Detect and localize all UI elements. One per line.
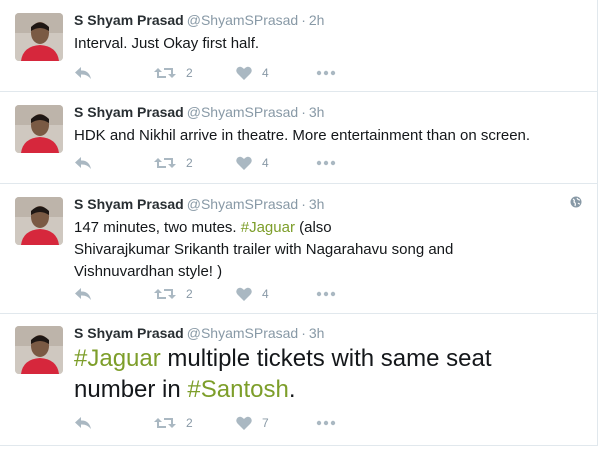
retweet-count: 2 xyxy=(186,287,193,301)
tweet-text-segment: multiple tickets with same seat xyxy=(160,345,492,372)
tweet-text: HDK and Nikhil arrive in theatre. More e… xyxy=(74,127,531,144)
retweet-icon xyxy=(154,66,176,80)
separator: · xyxy=(301,196,306,212)
avatar[interactable] xyxy=(15,197,63,245)
reply-icon xyxy=(74,156,92,170)
heart-icon xyxy=(236,416,252,430)
more-button[interactable] xyxy=(316,64,336,82)
retweet-count: 2 xyxy=(186,156,193,170)
tweet-text-segment: Shivarajkumar Srikanth trailer with Naga… xyxy=(74,241,454,258)
reply-button[interactable] xyxy=(74,154,92,172)
avatar[interactable] xyxy=(15,326,63,374)
hashtag-link[interactable]: #Santosh xyxy=(187,376,288,403)
reply-button[interactable] xyxy=(74,414,92,432)
author-name[interactable]: S Shyam Prasad xyxy=(74,12,184,28)
tweet[interactable]: S Shyam Prasad @ShyamSPrasad · 3h 147 minut… xyxy=(0,184,598,314)
author-handle[interactable]: @ShyamSPrasad xyxy=(187,196,298,212)
more-dots-icon xyxy=(316,160,336,166)
heart-icon xyxy=(236,287,252,301)
like-button[interactable]: 4 xyxy=(236,285,269,303)
retweet-button[interactable]: 2 xyxy=(154,285,193,303)
tweet-actions: 2 7 xyxy=(74,414,374,432)
like-count: 4 xyxy=(262,66,269,80)
retweet-icon xyxy=(154,156,176,170)
like-count: 7 xyxy=(262,416,269,430)
retweet-icon xyxy=(154,287,176,301)
separator: · xyxy=(301,12,306,28)
like-count: 4 xyxy=(262,156,269,170)
tweet-header: S Shyam Prasad @ShyamSPrasad · 2h xyxy=(74,11,324,29)
avatar[interactable] xyxy=(15,105,63,153)
separator: · xyxy=(301,325,306,341)
tweet-timeline: S Shyam Prasad @ShyamSPrasad · 2h Interval.… xyxy=(0,0,600,450)
separator: · xyxy=(301,104,306,120)
tweet-text-segment: . xyxy=(288,376,296,403)
timestamp[interactable]: 3h xyxy=(309,325,325,341)
tweet[interactable]: S Shyam Prasad @ShyamSPrasad · 3h #Jaguar m… xyxy=(0,314,598,446)
retweet-count: 2 xyxy=(186,66,193,80)
heart-icon xyxy=(236,156,252,170)
timestamp[interactable]: 3h xyxy=(309,104,325,120)
author-handle[interactable]: @ShyamSPrasad xyxy=(187,325,298,341)
tweet[interactable]: S Shyam Prasad @ShyamSPrasad · 3h HDK and N… xyxy=(0,92,598,184)
timestamp[interactable]: 2h xyxy=(309,12,325,28)
like-button[interactable]: 4 xyxy=(236,64,269,82)
more-dots-icon xyxy=(316,70,336,76)
author-name[interactable]: S Shyam Prasad xyxy=(74,196,184,212)
tweet-text: #Jaguar multiple tickets with same seat … xyxy=(74,343,579,405)
more-button[interactable] xyxy=(316,285,336,303)
hashtag-link[interactable]: #Jaguar xyxy=(241,219,295,236)
more-button[interactable] xyxy=(316,154,336,172)
timestamp[interactable]: 3h xyxy=(309,196,325,212)
reply-button[interactable] xyxy=(74,64,92,82)
more-dots-icon xyxy=(316,291,336,297)
more-dots-icon xyxy=(316,420,336,426)
tweet-header: S Shyam Prasad @ShyamSPrasad · 3h xyxy=(74,103,324,121)
hashtag-link[interactable]: #Jaguar xyxy=(74,345,161,372)
author-name[interactable]: S Shyam Prasad xyxy=(74,104,184,120)
globe-icon[interactable] xyxy=(570,195,582,208)
like-count: 4 xyxy=(262,287,269,301)
retweet-button[interactable]: 2 xyxy=(154,64,193,82)
tweet-text-segment: (also xyxy=(294,219,332,236)
author-name[interactable]: S Shyam Prasad xyxy=(74,325,184,341)
tweet[interactable]: S Shyam Prasad @ShyamSPrasad · 2h Interval.… xyxy=(0,0,598,92)
tweet-actions: 2 4 xyxy=(74,64,374,82)
heart-icon xyxy=(236,66,252,80)
retweet-button[interactable]: 2 xyxy=(154,154,193,172)
tweet-header: S Shyam Prasad @ShyamSPrasad · 3h xyxy=(74,195,324,213)
tweet-header: S Shyam Prasad @ShyamSPrasad · 3h xyxy=(74,324,324,342)
reply-icon xyxy=(74,416,92,430)
tweet-text-segment: number in xyxy=(74,376,188,403)
retweet-button[interactable]: 2 xyxy=(154,414,193,432)
author-handle[interactable]: @ShyamSPrasad xyxy=(187,12,298,28)
more-button[interactable] xyxy=(316,414,336,432)
tweet-text-segment: Vishnuvardhan style! ) xyxy=(74,263,223,280)
retweet-icon xyxy=(154,416,176,430)
avatar[interactable] xyxy=(15,13,63,61)
like-button[interactable]: 4 xyxy=(236,154,269,172)
tweet-text-segment: 147 minutes, two mutes. xyxy=(74,219,241,236)
reply-icon xyxy=(74,287,92,301)
like-button[interactable]: 7 xyxy=(236,414,269,432)
tweet-text: 147 minutes, two mutes. #Jaguar (also Sh… xyxy=(74,217,579,283)
tweet-actions: 2 4 xyxy=(74,285,374,303)
tweet-text: Interval. Just Okay first half. xyxy=(74,35,260,52)
author-handle[interactable]: @ShyamSPrasad xyxy=(187,104,298,120)
tweet-actions: 2 4 xyxy=(74,154,374,172)
retweet-count: 2 xyxy=(186,416,193,430)
reply-icon xyxy=(74,66,92,80)
reply-button[interactable] xyxy=(74,285,92,303)
